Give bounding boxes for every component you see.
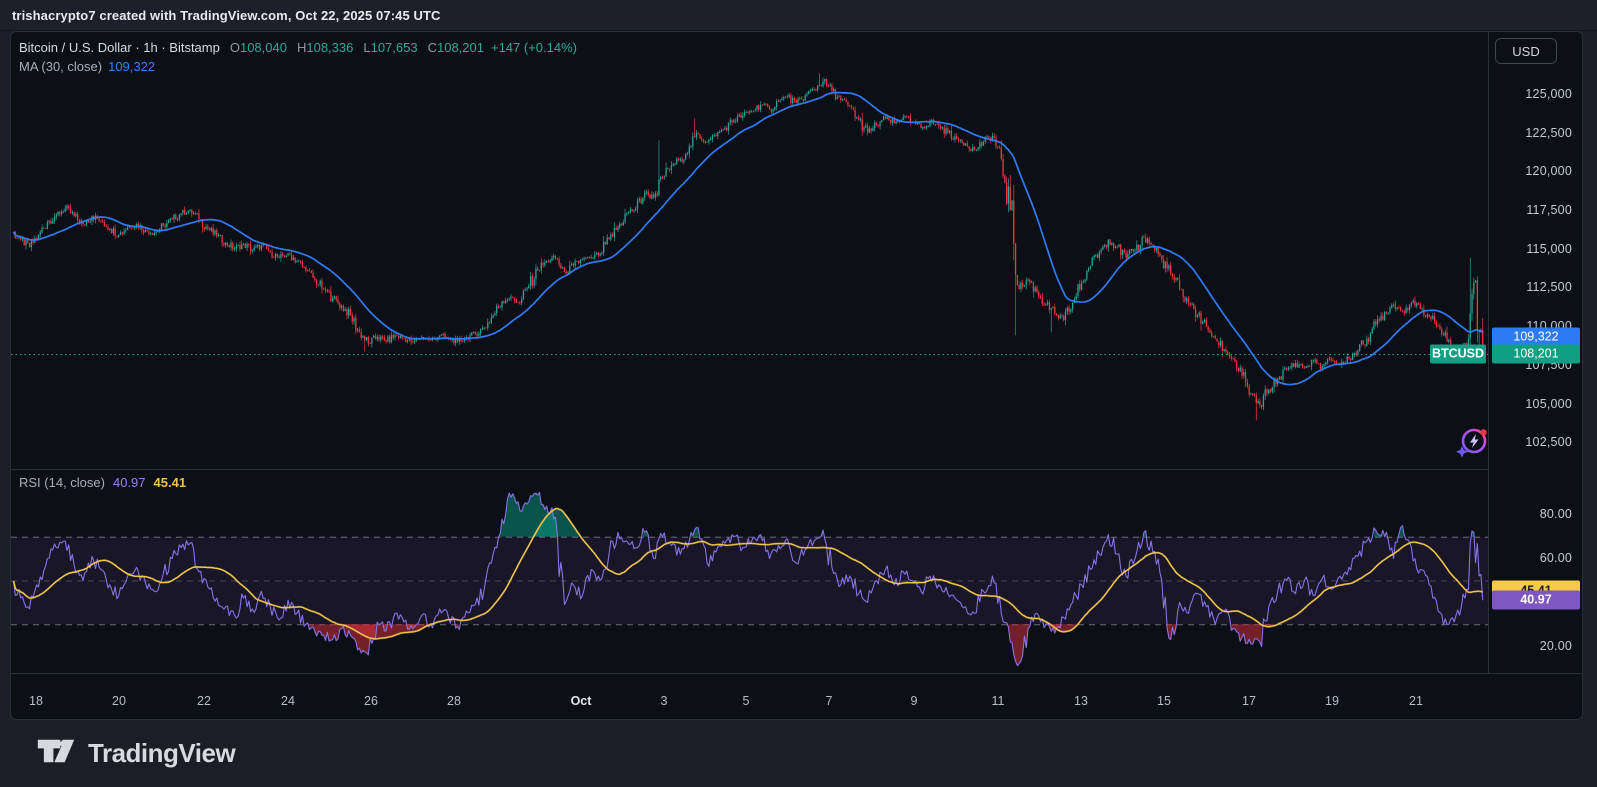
time-tick-label: 22	[197, 694, 211, 708]
time-tick-label: 13	[1074, 694, 1088, 708]
last-price-badge: 108,201	[1492, 344, 1580, 363]
ma-price-badge: 109,322	[1492, 327, 1580, 346]
close-value: 108,201	[437, 40, 484, 55]
rsi-tick-label: 20.00	[1540, 639, 1572, 653]
rsi-label: RSI (14, close)	[19, 475, 105, 490]
time-tick-label: 18	[29, 694, 43, 708]
chart-workspace: 125,000 122,500 120,000 117,500 115,000 112,5…	[0, 31, 1597, 720]
currency-toggle-button[interactable]: USD	[1495, 38, 1557, 64]
time-tick-label: 20	[112, 694, 126, 708]
price-tick-label: 112,500	[1526, 280, 1572, 294]
time-tick-label: 9	[911, 694, 918, 708]
low-value: 107,653	[371, 40, 418, 55]
ma-label: MA (30, close)	[19, 59, 102, 74]
low-label: L	[363, 40, 370, 55]
rsi-ma-value: 45.41	[154, 475, 187, 490]
price-tick-label: 115,000	[1526, 242, 1572, 256]
close-label: C	[428, 40, 437, 55]
ma-value: 109,322	[108, 59, 155, 74]
time-tick-label: 7	[826, 694, 833, 708]
change-value: +147 (+0.14%)	[491, 40, 577, 55]
price-tick-label: 122,500	[1525, 126, 1572, 140]
rsi-value: 40.97	[113, 475, 146, 490]
price-tick-label: 117,500	[1526, 203, 1572, 217]
high-value: 108,336	[306, 40, 353, 55]
time-tick-label: 15	[1157, 694, 1171, 708]
symbol-legend: Bitcoin / U.S. Dollar · 1h · Bitstamp O1…	[19, 40, 577, 55]
rsi-badge: 40.97	[1492, 590, 1580, 609]
price-chart-canvas[interactable]	[11, 32, 1488, 469]
time-tick-label: 17	[1242, 694, 1256, 708]
time-tick-label: Oct	[571, 694, 592, 708]
price-tick-label: 102,500	[1525, 435, 1572, 449]
chart-frame: 125,000 122,500 120,000 117,500 115,000 112,5…	[10, 31, 1583, 720]
time-tick-label: 3	[661, 694, 668, 708]
rsi-chart-canvas[interactable]	[11, 469, 1488, 672]
time-tick-label: 26	[364, 694, 378, 708]
time-tick-label: 28	[447, 694, 461, 708]
price-tick-label: 125,000	[1525, 87, 1572, 101]
rsi-legend: RSI (14, close) 40.97 45.41	[19, 475, 186, 490]
high-label: H	[297, 40, 306, 55]
rsi-tick-label: 60.00	[1540, 551, 1572, 565]
time-axis[interactable]: 18 20 22 24 26 28 Oct 3 5 7 9 11 13 15 17 19 21	[11, 673, 1582, 719]
rsi-tick-label: 80.00	[1540, 507, 1572, 521]
price-tick-label: 120,000	[1525, 164, 1572, 178]
price-tick-label: 105,000	[1525, 397, 1572, 411]
time-tick-label: 24	[281, 694, 295, 708]
tradingview-wordmark[interactable]: TradingView	[88, 738, 235, 769]
time-tick-label: 5	[743, 694, 750, 708]
attribution-bar: trishacrypto7 created with TradingView.c…	[0, 0, 1597, 31]
watermark-bar: TradingView	[0, 720, 1597, 787]
time-tick-label: 19	[1325, 694, 1339, 708]
open-value: 108,040	[240, 40, 287, 55]
spark-ai-icon[interactable]	[1455, 426, 1489, 458]
ma-legend: MA (30, close) 109,322	[19, 59, 155, 74]
attribution-text: trishacrypto7 created with TradingView.c…	[12, 8, 441, 23]
tradingview-logo-icon[interactable]	[36, 738, 76, 769]
open-label: O	[230, 40, 240, 55]
symbol-title: Bitcoin / U.S. Dollar · 1h · Bitstamp	[19, 40, 220, 55]
time-tick-label: 21	[1409, 694, 1423, 708]
time-tick-label: 11	[992, 694, 1005, 708]
symbol-tag: BTCUSD	[1430, 344, 1486, 363]
